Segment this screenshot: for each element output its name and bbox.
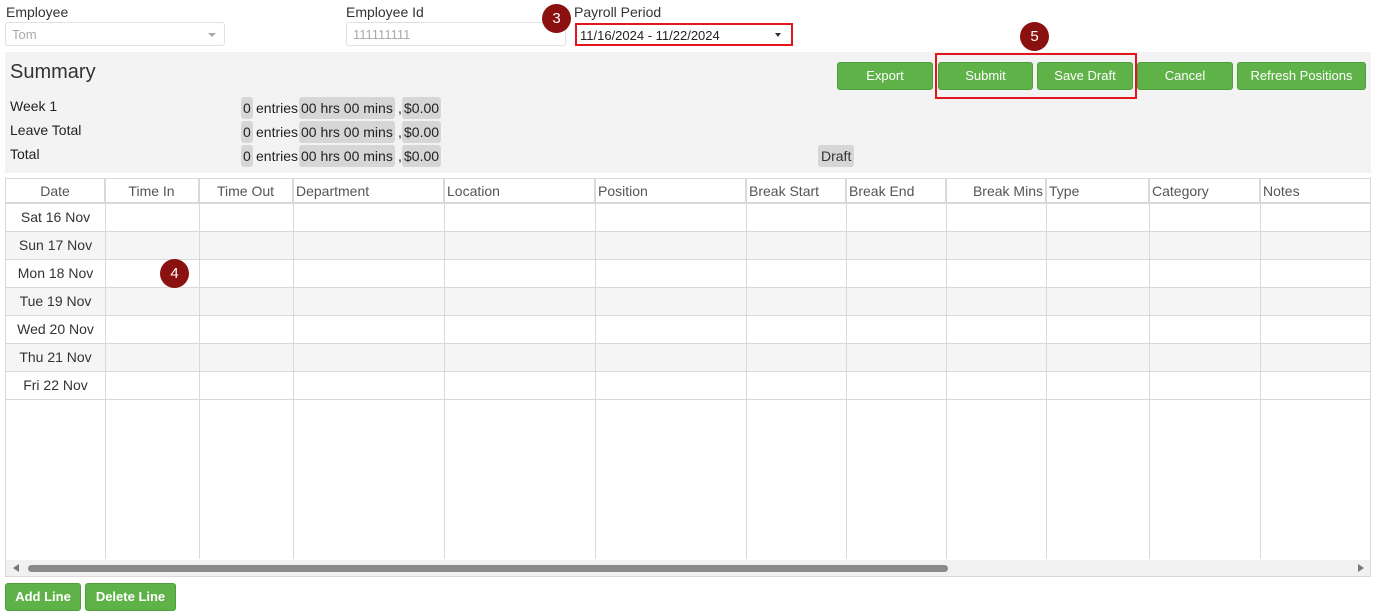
date-cell: Wed 20 Nov: [17, 321, 94, 337]
summary-amount: $0.00: [402, 121, 442, 143]
employee-id-label: Employee Id: [346, 4, 424, 20]
column-header-break-end[interactable]: Break End: [846, 179, 946, 203]
column-header-time-in[interactable]: Time In: [105, 179, 199, 203]
column-divider: [1149, 179, 1150, 559]
time-entry-grid: Date Time In Time Out Department Locatio…: [5, 178, 1371, 577]
refresh-positions-button[interactable]: Refresh Positions: [1237, 62, 1366, 90]
step-marker-5: 5: [1020, 22, 1049, 51]
table-row[interactable]: Sun 17 Nov: [6, 232, 1370, 260]
date-cell: Thu 21 Nov: [19, 349, 92, 365]
employee-select-value: Tom: [12, 27, 37, 42]
date-cell: Sat 16 Nov: [20, 209, 91, 225]
payroll-period-label: Payroll Period: [574, 4, 662, 20]
column-divider: [595, 179, 596, 559]
chevron-down-icon: [208, 33, 216, 37]
column-header-notes[interactable]: Notes: [1260, 179, 1370, 203]
table-row[interactable]: Mon 18 Nov: [6, 260, 1370, 288]
date-cell: Mon 18 Nov: [17, 265, 94, 281]
payroll-period-value: 11/16/2024 - 11/22/2024: [580, 28, 720, 43]
cancel-button[interactable]: Cancel: [1137, 62, 1233, 90]
scroll-right-icon[interactable]: [1358, 564, 1364, 572]
summary-entries-unit: entries: [256, 148, 299, 164]
column-header-type[interactable]: Type: [1046, 179, 1149, 203]
horizontal-scrollbar[interactable]: [6, 560, 1370, 576]
table-row[interactable]: Thu 21 Nov: [6, 344, 1370, 372]
column-divider: [1260, 179, 1261, 559]
scroll-left-icon[interactable]: [13, 564, 19, 572]
export-button[interactable]: Export: [837, 62, 933, 90]
scrollbar-thumb[interactable]: [28, 565, 948, 572]
summary-amount: $0.00: [402, 97, 442, 119]
summary-entries-count: 0: [241, 97, 253, 119]
column-divider: [444, 179, 445, 559]
column-divider: [846, 179, 847, 559]
date-cell: Sun 17 Nov: [18, 237, 93, 253]
table-row[interactable]: Fri 22 Nov: [6, 372, 1370, 400]
column-header-time-out[interactable]: Time Out: [199, 179, 293, 203]
summary-hours: 00 hrs 00 mins: [299, 97, 395, 119]
payroll-period-select[interactable]: 11/16/2024 - 11/22/2024: [575, 23, 793, 46]
table-row[interactable]: Wed 20 Nov: [6, 316, 1370, 344]
column-divider: [199, 179, 200, 559]
status-badge: Draft: [818, 145, 855, 167]
summary-amount: $0.00: [402, 145, 442, 167]
summary-entries-unit: entries: [256, 100, 299, 116]
employee-select[interactable]: Tom: [5, 22, 225, 46]
column-divider: [946, 179, 947, 559]
summary-row-label: Week 1: [10, 98, 58, 114]
column-divider: [105, 179, 106, 559]
column-header-location[interactable]: Location: [444, 179, 595, 203]
step-marker-4: 4: [160, 259, 189, 288]
summary-title: Summary: [10, 61, 96, 83]
column-header-break-start[interactable]: Break Start: [746, 179, 846, 203]
column-header-date[interactable]: Date: [6, 179, 105, 203]
column-divider: [293, 179, 294, 559]
employee-label: Employee: [6, 4, 69, 20]
summary-hours: 00 hrs 00 mins: [299, 145, 395, 167]
table-row[interactable]: Sat 16 Nov: [6, 204, 1370, 232]
add-line-button[interactable]: Add Line: [5, 583, 81, 611]
column-header-department[interactable]: Department: [293, 179, 444, 203]
date-cell: Tue 19 Nov: [19, 293, 92, 309]
summary-hours: 00 hrs 00 mins: [299, 121, 395, 143]
summary-row-label: Total: [10, 146, 40, 162]
delete-line-button[interactable]: Delete Line: [85, 583, 176, 611]
summary-entries-unit: entries: [256, 124, 299, 140]
column-header-break-mins[interactable]: Break Mins: [946, 179, 1046, 203]
date-cell: Fri 22 Nov: [23, 377, 88, 393]
table-row[interactable]: Tue 19 Nov: [6, 288, 1370, 316]
summary-entries-count: 0: [241, 145, 253, 167]
summary-entries-count: 0: [241, 121, 253, 143]
chevron-down-icon: [775, 33, 781, 37]
summary-row-label: Leave Total: [10, 122, 82, 138]
step-marker-3: 3: [542, 4, 571, 33]
employee-id-input[interactable]: [346, 22, 566, 46]
highlight-box: [935, 53, 1137, 99]
column-divider: [746, 179, 747, 559]
column-header-position[interactable]: Position: [595, 179, 746, 203]
column-header-category[interactable]: Category: [1149, 179, 1260, 203]
column-divider: [1046, 179, 1047, 559]
